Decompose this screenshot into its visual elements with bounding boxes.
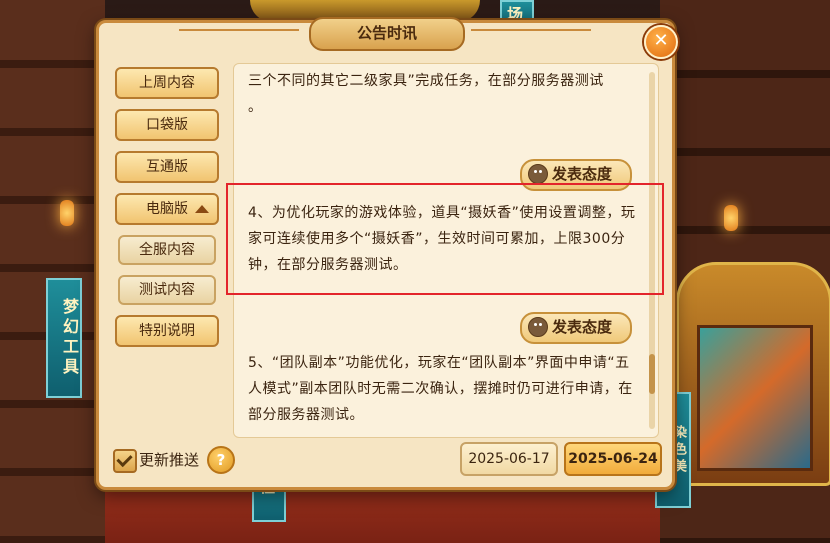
title-divider-left: [179, 29, 299, 31]
cabinet-painting: [697, 325, 813, 471]
scrollbar-thumb[interactable]: [649, 354, 655, 394]
react-button[interactable]: 发表态度: [520, 312, 632, 344]
date-button-current[interactable]: 2025-06-24: [564, 442, 662, 476]
close-button[interactable]: ✕: [644, 25, 678, 59]
paragraph-text: 。: [248, 99, 263, 115]
help-icon[interactable]: ?: [207, 446, 235, 474]
highlight-annotation-box: [226, 183, 664, 295]
sidebar-subitem-all-servers[interactable]: 全服内容: [118, 235, 216, 265]
dialog-title: 公告时讯: [309, 17, 465, 51]
decorative-cabinet: [676, 262, 830, 486]
left-shelf: [0, 0, 105, 543]
sidebar-item-special-notes[interactable]: 特别说明: [115, 315, 219, 347]
sidebar-item-cross-platform[interactable]: 互通版: [115, 151, 219, 183]
banner-left[interactable]: 梦幻工具: [46, 278, 82, 398]
react-button-label: 发表态度: [552, 318, 613, 336]
sidebar-item-pocket[interactable]: 口袋版: [115, 109, 219, 141]
smiley-icon: [528, 164, 548, 184]
paragraph-top: 三个不同的其它二级家具”完成任务，在部分服务器测试 。: [248, 68, 640, 120]
sidebar-item-pc[interactable]: 电脑版: [115, 193, 219, 225]
lantern-icon: [724, 205, 738, 231]
sidebar-item-last-week[interactable]: 上周内容: [115, 67, 219, 99]
lantern-icon: [60, 200, 74, 226]
title-divider-right: [471, 29, 591, 31]
sidebar-item-label: 电脑版: [146, 201, 188, 217]
sidebar-subitem-test[interactable]: 测试内容: [118, 275, 216, 305]
paragraph-text: 三个不同的其它二级家具”完成任务，在部分服务器测试: [248, 73, 604, 89]
category-sidebar: 上周内容 口袋版 互通版 电脑版 全服内容 测试内容 特别说明: [115, 67, 223, 357]
collapse-triangle-icon: [195, 205, 209, 213]
paragraph-item-5: 5、“团队副本”功能优化，玩家在“团队副本”界面中申请“五人模式”副本团队时无需…: [248, 355, 633, 423]
update-push-label: 更新推送: [139, 451, 200, 469]
smiley-icon: [528, 317, 548, 337]
update-push-checkbox[interactable]: [113, 449, 137, 473]
date-button-previous[interactable]: 2025-06-17: [460, 442, 558, 476]
